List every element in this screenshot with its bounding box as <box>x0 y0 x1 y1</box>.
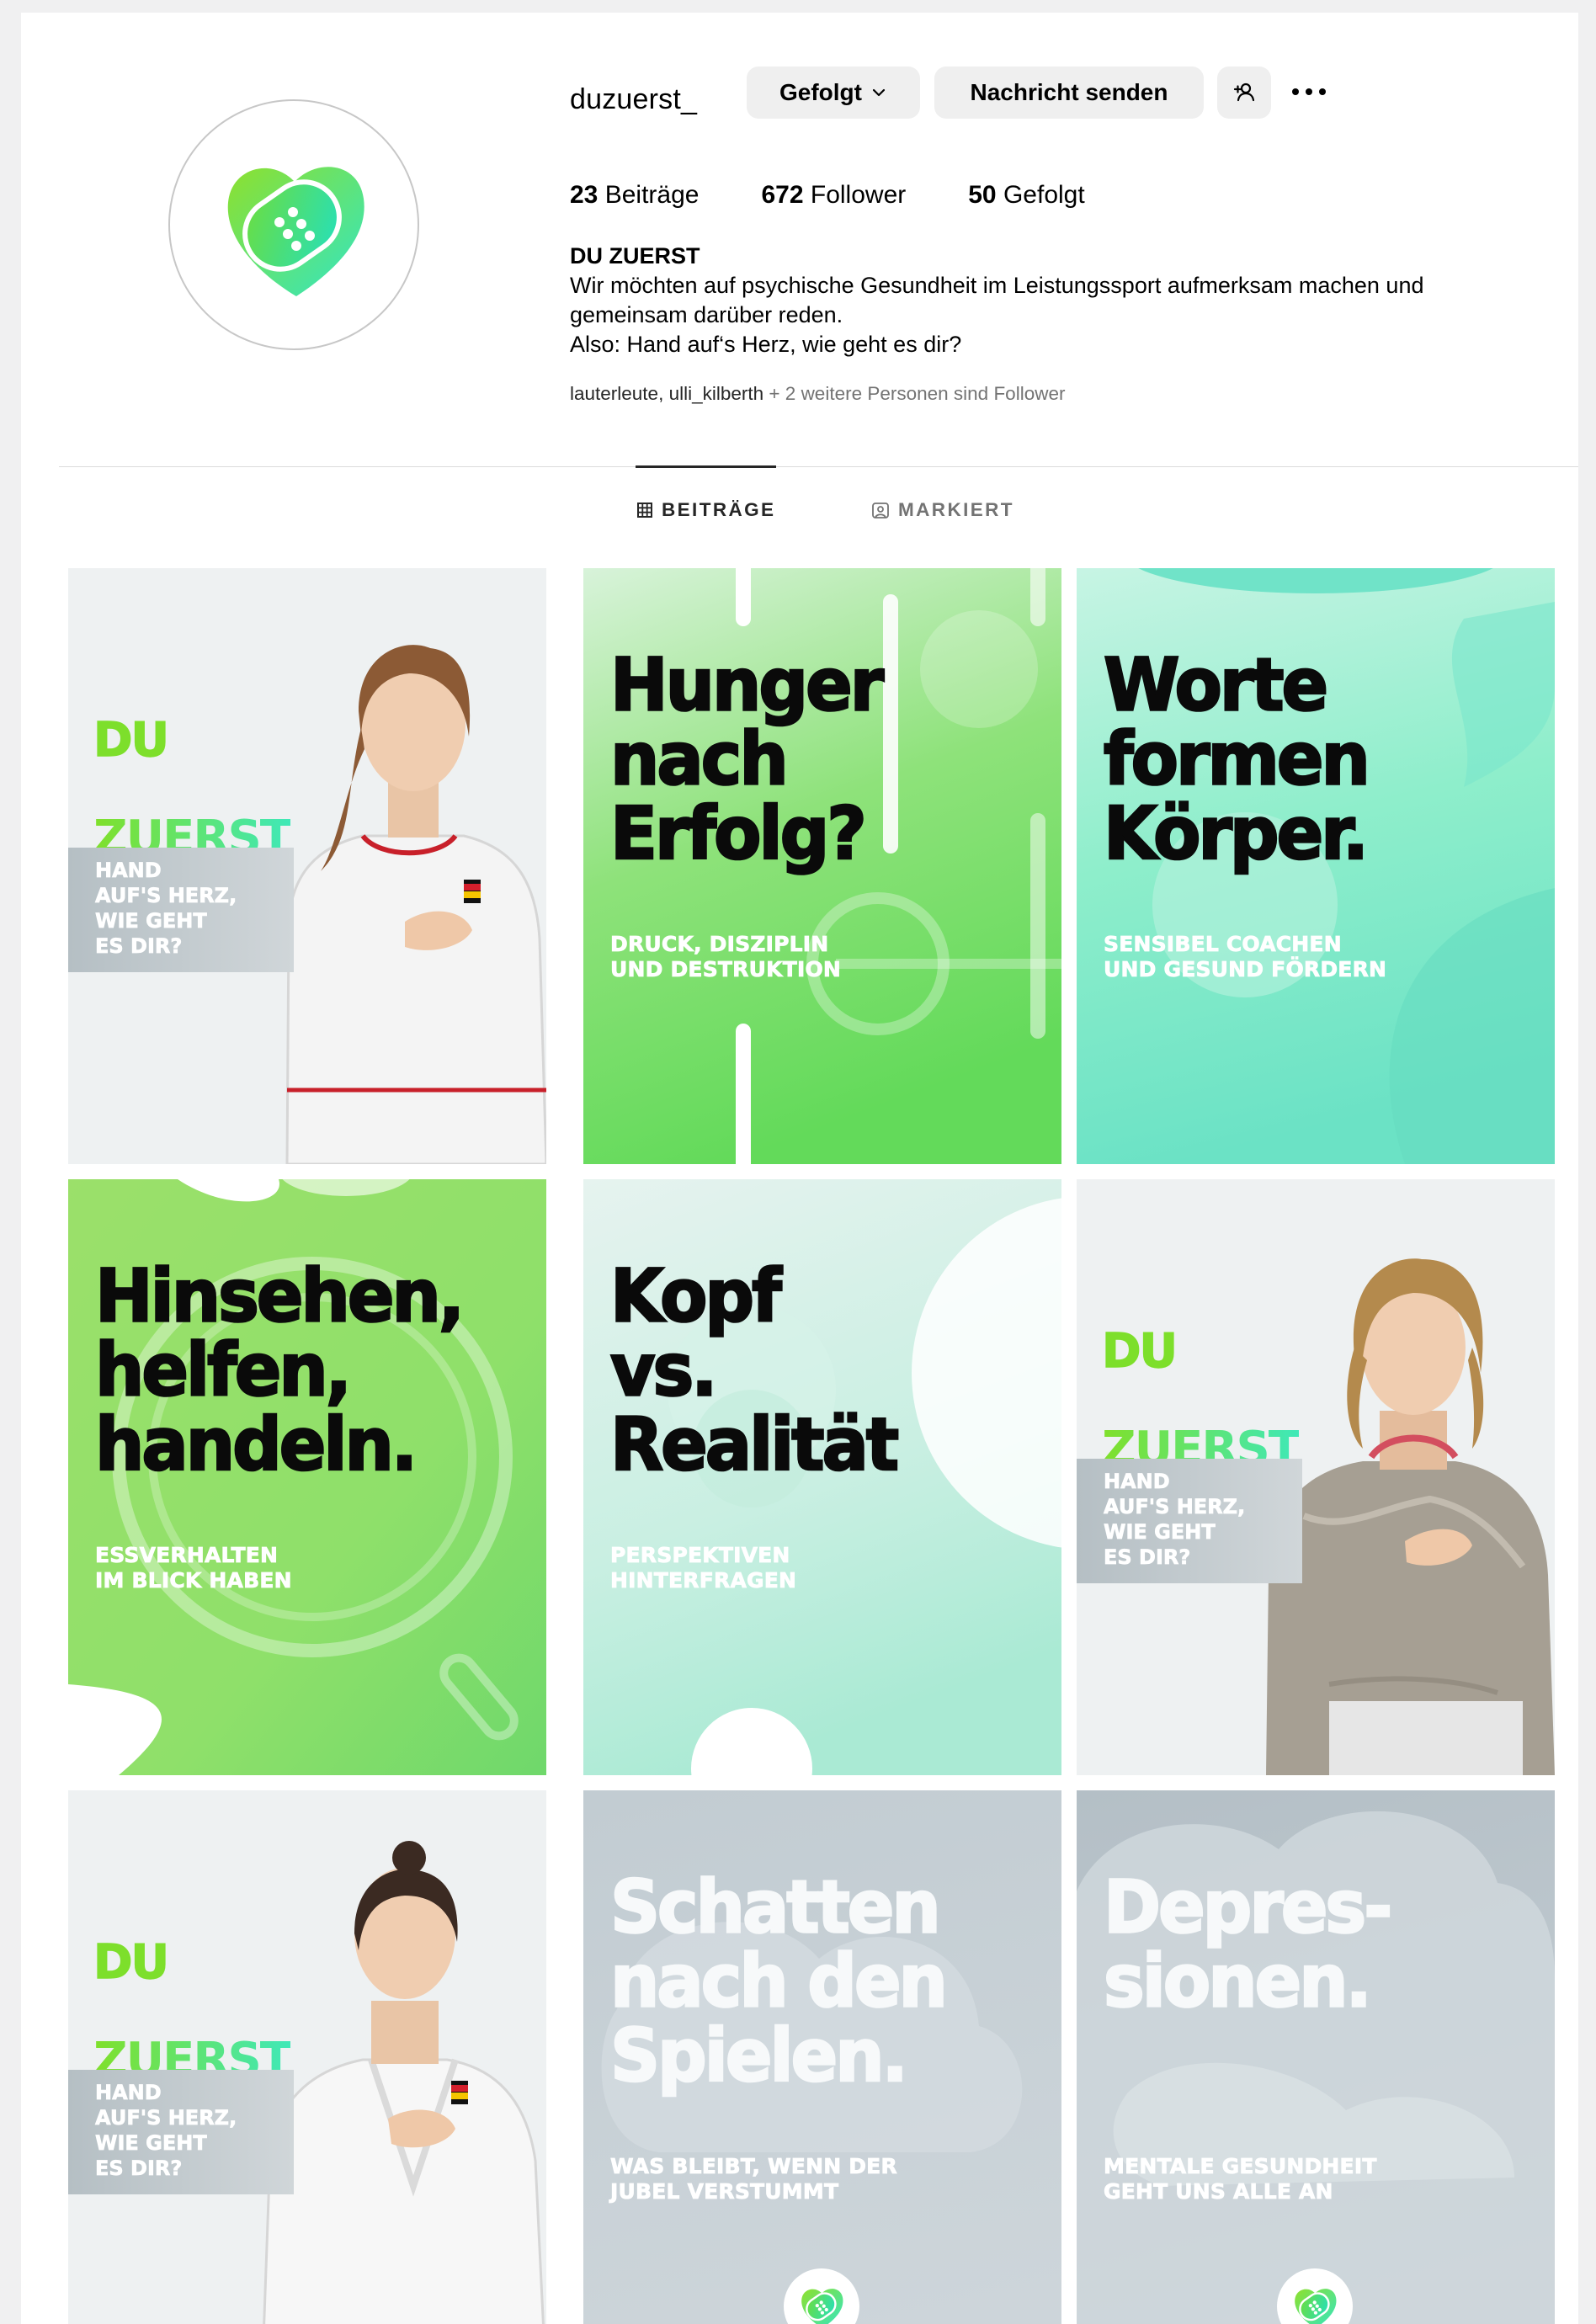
followed-by-account[interactable]: ulli_kilberth <box>669 383 764 404</box>
profile-username: duzuerst_ <box>570 83 698 115</box>
tagged-icon <box>872 503 889 519</box>
post-headline: Depres- sionen. <box>1103 1865 1394 2024</box>
post-tile[interactable]: DU ZUERST HAND AUF'S HERZ, WIE GEHT ES D… <box>1077 1179 1555 1775</box>
post-tile[interactable]: Worte formen Körper. SENSIBEL COACHEN UN… <box>1077 568 1555 1164</box>
post-logo <box>1277 2268 1353 2324</box>
bio-line: Wir möchten auf psychische Gesundheit im… <box>570 273 1424 298</box>
tab-posts-label: BEITRÄGE <box>662 499 776 520</box>
tab-posts[interactable]: BEITRÄGE <box>636 499 775 521</box>
send-message-label: Nachricht senden <box>970 79 1168 105</box>
profile-bio: DU ZUERST Wir möchten auf psychische Ges… <box>570 242 1521 359</box>
followed-by-account[interactable]: lauterleute <box>570 383 658 404</box>
tagline-text: HAND AUF'S HERZ, WIE GEHT ES DIR? <box>95 859 237 959</box>
post-tile[interactable]: DU ZUERST HAND AUF'S HERZ, WIE GEHT ES D… <box>68 1790 546 2324</box>
following-count[interactable]: 50 Gefolgt <box>968 181 1084 210</box>
post-headline: Hinsehen, helfen, handeln. <box>94 1254 466 1487</box>
followed-by-separator: , <box>658 383 669 404</box>
tab-tagged-label: MARKIERT <box>898 499 1014 520</box>
post-logo <box>784 2268 859 2324</box>
more-options-button[interactable] <box>1284 75 1334 109</box>
bio-line: Also: Hand auf‘s Herz, wie geht es dir? <box>570 332 962 357</box>
bio-line: gemeinsam darüber reden. <box>570 302 843 327</box>
posts-count: 23 Beiträge <box>570 181 699 210</box>
chevron-down-icon <box>872 88 886 97</box>
post-tile[interactable]: Kopf vs. Realität PERSPEKTIVEN HINTERFRA… <box>583 1179 1061 1775</box>
heart-bandage-logo-icon <box>1295 2289 1337 2324</box>
active-tab-indicator <box>636 465 776 468</box>
post-headline: Hunger nach Erfolg? <box>609 643 886 876</box>
following-button[interactable]: Gefolgt <box>747 66 920 119</box>
posts-count-value: 23 <box>570 181 598 209</box>
post-subline: PERSPEKTIVEN HINTERFRAGEN <box>610 1543 797 1593</box>
grid-icon <box>637 503 652 518</box>
post-subline: DRUCK, DISZIPLIN UND DESTRUKTION <box>610 932 842 982</box>
post-headline: Kopf vs. Realität <box>609 1254 901 1487</box>
more-options-icon <box>1292 88 1326 95</box>
post-tile[interactable]: Schatten nach den Spielen. WAS BLEIBT, W… <box>583 1790 1061 2324</box>
heart-bandage-logo-icon <box>227 167 364 296</box>
post-tile[interactable]: DU ZUERST HAND AUF'S HERZ, WIE GEHT ES D… <box>68 568 546 1164</box>
following-button-label: Gefolgt <box>779 79 862 105</box>
post-headline: Worte formen Körper. <box>1103 643 1371 876</box>
profile-stats: 23 Beiträge 672 Follower 50 Gefolgt <box>570 181 1147 210</box>
post-headline: Schatten nach den Spielen. <box>609 1865 949 2098</box>
post-subline: WAS BLEIBT, WENN DER JUBEL VERSTUMMT <box>610 2154 898 2204</box>
following-count-label: Gefolgt <box>1003 181 1085 209</box>
tagline-box: HAND AUF'S HERZ, WIE GEHT ES DIR? <box>1077 1459 1302 1583</box>
post-tile[interactable]: Hunger nach Erfolg? DRUCK, DISZIPLIN UND… <box>583 568 1061 1164</box>
following-count-value: 50 <box>968 181 997 209</box>
add-person-icon <box>1233 82 1255 102</box>
tab-tagged[interactable]: MARKIERT <box>871 499 1014 521</box>
followers-count-label: Follower <box>810 181 907 209</box>
post-tile[interactable]: Depres- sionen. MENTALE GESUNDHEIT GEHT … <box>1077 1790 1555 2324</box>
followed-by-info[interactable]: lauterleute, ulli_kilberth + 2 weitere P… <box>570 383 1065 405</box>
post-subline: ESSVERHALTEN IM BLICK HABEN <box>95 1543 292 1593</box>
brand-du: DU <box>93 713 169 768</box>
send-message-button[interactable]: Nachricht senden <box>934 66 1204 119</box>
profile-page: duzuerst_ Gefolgt Nachricht senden 23 Be… <box>21 13 1578 2324</box>
tagline-text: HAND AUF'S HERZ, WIE GEHT ES DIR? <box>95 2081 237 2181</box>
profile-avatar[interactable] <box>168 99 419 350</box>
tagline-text: HAND AUF'S HERZ, WIE GEHT ES DIR? <box>1104 1470 1246 1570</box>
heart-bandage-logo-icon <box>801 2289 843 2324</box>
followers-count-value: 672 <box>761 181 804 209</box>
brand-du: DU <box>1101 1324 1178 1379</box>
post-subline: SENSIBEL COACHEN UND GESUND FÖRDERN <box>1104 932 1387 982</box>
tagline-box: HAND AUF'S HERZ, WIE GEHT ES DIR? <box>68 2070 294 2194</box>
posts-count-label: Beiträge <box>604 181 700 209</box>
tagline-box: HAND AUF'S HERZ, WIE GEHT ES DIR? <box>68 848 294 972</box>
followed-by-rest: + 2 weitere Personen sind Follower <box>763 383 1066 404</box>
tabs-divider <box>59 466 1578 467</box>
post-tile[interactable]: Hinsehen, helfen, handeln. ESSVERHALTEN … <box>68 1179 546 1775</box>
post-subline: MENTALE GESUNDHEIT GEHT UNS ALLE AN <box>1104 2154 1377 2204</box>
bio-name: DU ZUERST <box>570 243 700 269</box>
suggest-accounts-button[interactable] <box>1217 66 1271 119</box>
followers-count[interactable]: 672 Follower <box>761 181 906 210</box>
brand-du: DU <box>93 1935 169 1990</box>
